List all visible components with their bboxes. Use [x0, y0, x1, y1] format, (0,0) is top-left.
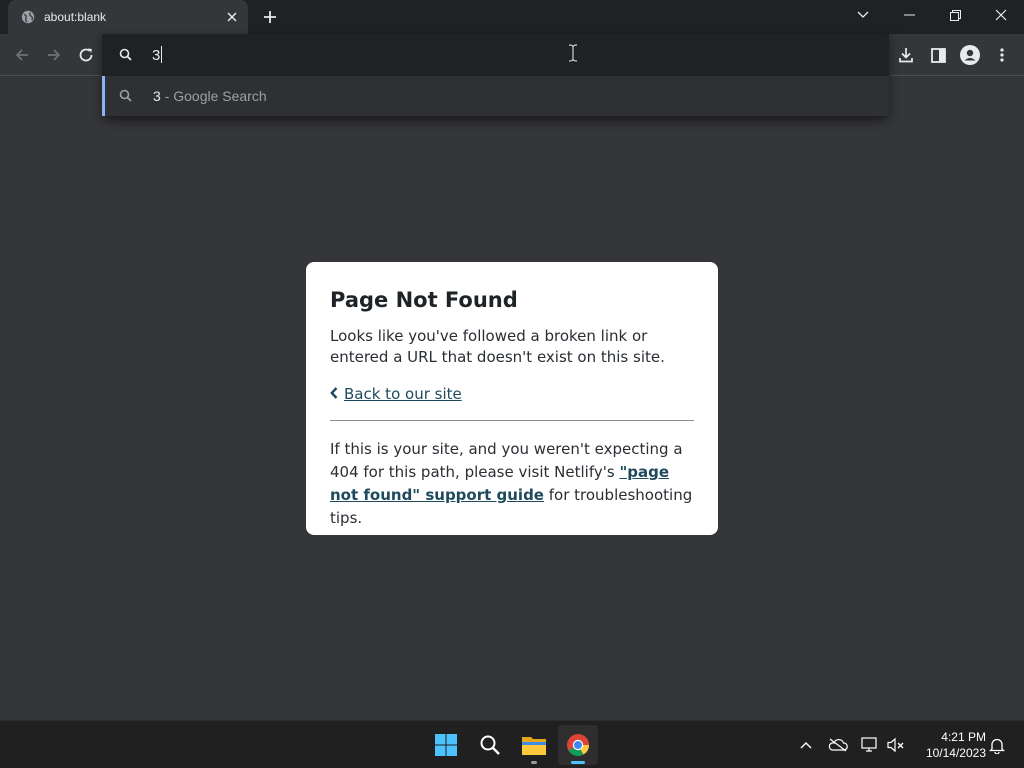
- address-bar[interactable]: 3: [102, 34, 889, 76]
- back-arrow-icon[interactable]: [6, 39, 38, 71]
- not-found-card: Page Not Found Looks like you've followe…: [306, 262, 718, 535]
- clock-date: 10/14/2023: [925, 746, 986, 760]
- tab-strip: about:blank: [0, 0, 1024, 34]
- suggestion-text: 3 - Google Search: [153, 88, 267, 104]
- new-tab-button[interactable]: [257, 5, 283, 29]
- tab-search-chevron-icon[interactable]: [840, 0, 886, 30]
- notification-bell-icon[interactable]: [985, 733, 1009, 757]
- forward-arrow-icon[interactable]: [38, 39, 70, 71]
- chevron-left-icon: [330, 385, 338, 403]
- active-indicator: [571, 761, 585, 764]
- minimize-icon[interactable]: [886, 0, 932, 30]
- search-icon[interactable]: [470, 725, 510, 765]
- back-link-label: Back to our site: [344, 385, 462, 403]
- tab-about-blank[interactable]: about:blank: [8, 0, 248, 34]
- network-icon[interactable]: [858, 733, 882, 757]
- omnibox-dropdown: 3 3 - Google Search: [102, 34, 889, 117]
- profile-avatar-icon[interactable]: [954, 39, 986, 71]
- back-to-site-link[interactable]: Back to our site: [330, 385, 462, 403]
- suggestion-query: 3: [153, 88, 161, 104]
- tab-title: about:blank: [44, 10, 107, 24]
- suggestion-suffix: - Google Search: [160, 88, 267, 104]
- address-input[interactable]: 3: [152, 46, 163, 64]
- download-icon[interactable]: [890, 39, 922, 71]
- system-clock[interactable]: 4:21 PM 10/14/2023: [914, 729, 986, 761]
- suggestion-search-icon: [118, 88, 134, 104]
- address-input-value: 3: [152, 47, 161, 64]
- globe-icon: [20, 9, 36, 25]
- chevron-up-icon[interactable]: [794, 733, 818, 757]
- file-explorer-icon[interactable]: [514, 725, 554, 765]
- page-title: Page Not Found: [330, 288, 518, 312]
- kebab-menu-icon[interactable]: [986, 39, 1018, 71]
- intro-text: Looks like you've followed a broken link…: [330, 327, 665, 366]
- volume-muted-icon[interactable]: [884, 733, 908, 757]
- support-text: If this is your site, and you weren't ex…: [330, 438, 694, 530]
- chrome-icon[interactable]: [558, 725, 598, 765]
- side-panel-icon[interactable]: [922, 39, 954, 71]
- ibeam-cursor-icon: [567, 44, 579, 62]
- search-icon: [118, 47, 134, 63]
- close-window-icon[interactable]: [978, 0, 1024, 30]
- restore-icon[interactable]: [932, 0, 978, 30]
- start-icon[interactable]: [426, 725, 466, 765]
- divider: [330, 420, 694, 421]
- running-indicator: [531, 761, 537, 764]
- page-viewport: Page Not Found Looks like you've followe…: [0, 77, 1024, 720]
- onedrive-offline-icon[interactable]: [826, 733, 850, 757]
- text-caret: [161, 46, 163, 63]
- clock-time: 4:21 PM: [941, 730, 986, 744]
- reload-icon[interactable]: [70, 39, 102, 71]
- taskbar: 4:21 PM 10/14/2023: [0, 720, 1024, 768]
- suggestion-row[interactable]: 3 - Google Search: [102, 76, 889, 116]
- tab-close-icon[interactable]: [222, 7, 242, 27]
